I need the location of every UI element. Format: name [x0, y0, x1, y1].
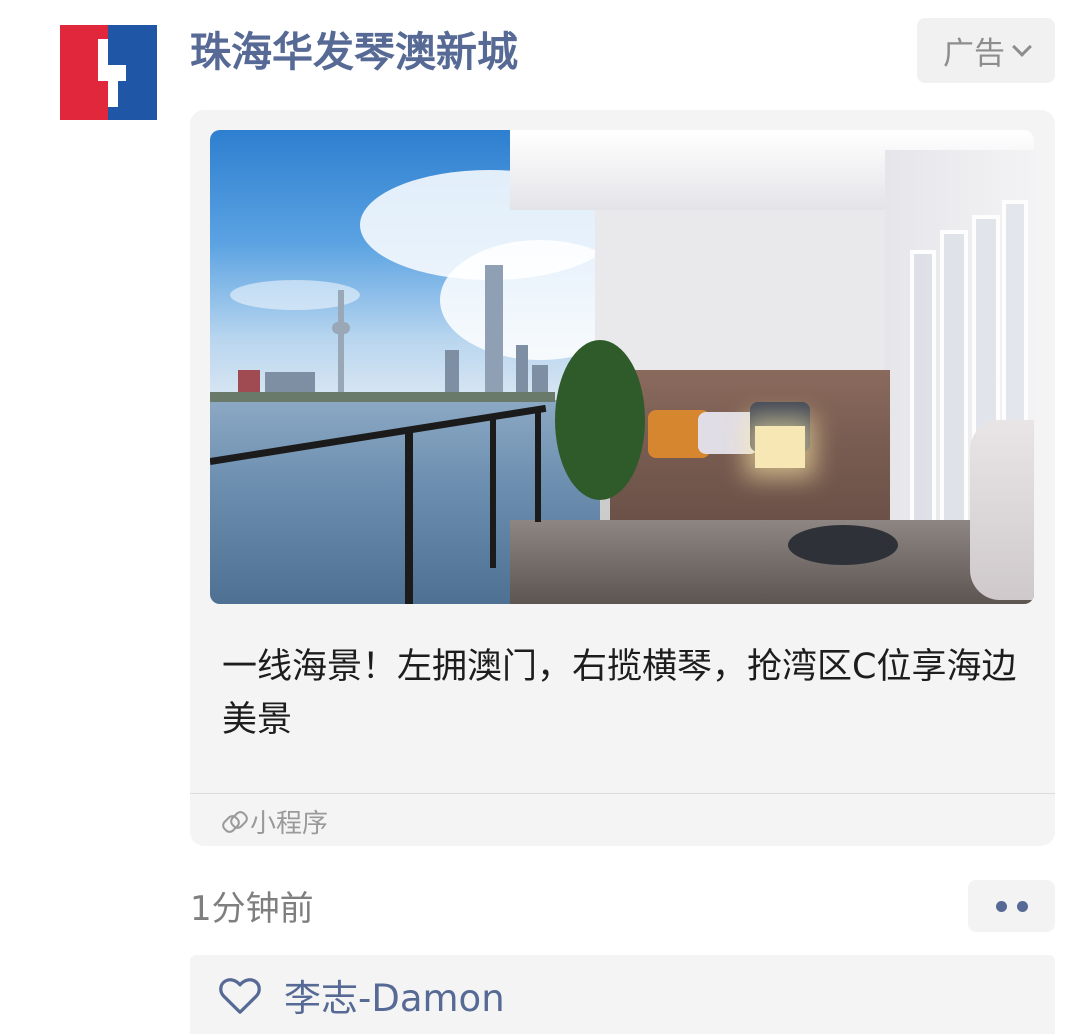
railing-post [490, 418, 496, 568]
logo-stroke [98, 39, 108, 81]
side-table [788, 525, 898, 565]
cushion-patterned [698, 412, 758, 454]
mini-program-tag[interactable]: 小程序 [222, 803, 328, 839]
potted-plant [555, 340, 645, 500]
more-dots-icon [1016, 900, 1028, 912]
post-timestamp: 1分钟前 [190, 889, 314, 929]
author-avatar[interactable] [60, 25, 157, 120]
card-divider [190, 793, 1055, 794]
mini-program-label: 小程序 [250, 808, 329, 839]
more-dots-icon [995, 900, 1007, 912]
more-actions-button[interactable] [968, 880, 1055, 932]
skyline-tower-pod [332, 322, 350, 334]
glass-door [940, 230, 968, 530]
author-name[interactable]: 珠海华发琴澳新城 [190, 24, 518, 80]
armchair [970, 420, 1034, 600]
ad-label: 广告 [943, 36, 1005, 72]
ad-caption[interactable]: 一线海景！左拥澳门，右揽横琴，抢湾区C位享海边美景 [222, 641, 1034, 747]
ad-image [210, 130, 1034, 604]
logo-stroke [108, 65, 118, 107]
table-lamp [755, 426, 805, 468]
skyline-tower [338, 290, 344, 400]
shoreline [210, 392, 555, 402]
likes-panel: 李志-Damon [190, 955, 1055, 1034]
ad-menu-button[interactable]: 广告 [917, 18, 1055, 83]
heart-outline-icon [219, 977, 261, 1014]
railing-post [405, 430, 413, 604]
chevron-down-icon [1012, 36, 1032, 57]
balcony-floor [510, 520, 1034, 604]
skyline-skyscraper [485, 265, 503, 400]
link-icon [222, 810, 244, 832]
liker-name[interactable]: 李志-Damon [284, 968, 505, 1022]
railing-post [535, 412, 541, 522]
glass-door [910, 250, 936, 540]
balcony-back-wall [595, 210, 885, 380]
